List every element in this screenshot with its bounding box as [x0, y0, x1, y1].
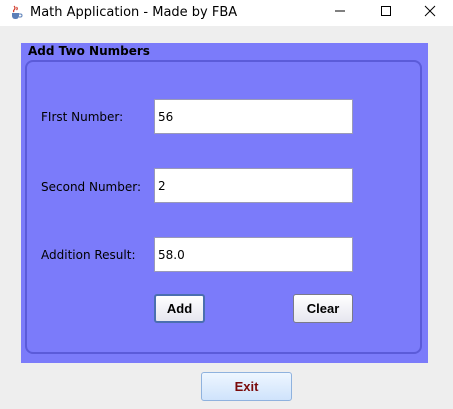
- minimize-icon: [334, 4, 346, 22]
- content-pane: Add Two Numbers FIrst Number: Second Num…: [0, 26, 453, 409]
- minimize-button[interactable]: [317, 0, 363, 26]
- clear-button[interactable]: Clear: [293, 294, 353, 323]
- second-number-input[interactable]: [154, 168, 353, 203]
- panel-title: Add Two Numbers: [28, 44, 150, 58]
- maximize-button[interactable]: [363, 0, 409, 26]
- add-button[interactable]: Add: [154, 294, 205, 323]
- window-title: Math Application - Made by FBA: [30, 5, 238, 20]
- maximize-icon: [380, 4, 392, 22]
- close-icon: [424, 4, 436, 22]
- add-two-numbers-panel: Add Two Numbers FIrst Number: Second Num…: [21, 43, 428, 363]
- exit-button[interactable]: Exit: [201, 372, 292, 401]
- addition-result-field[interactable]: [154, 237, 353, 272]
- addition-result-label: Addition Result:: [41, 248, 136, 262]
- second-number-label: Second Number:: [41, 180, 142, 194]
- title-bar[interactable]: Math Application - Made by FBA: [0, 0, 453, 26]
- first-number-input[interactable]: [154, 99, 353, 134]
- close-button[interactable]: [407, 0, 453, 26]
- app-window: Math Application - Made by FBA Add Two N…: [0, 0, 453, 409]
- java-cup-icon: [8, 4, 24, 20]
- first-number-label: FIrst Number:: [41, 110, 124, 124]
